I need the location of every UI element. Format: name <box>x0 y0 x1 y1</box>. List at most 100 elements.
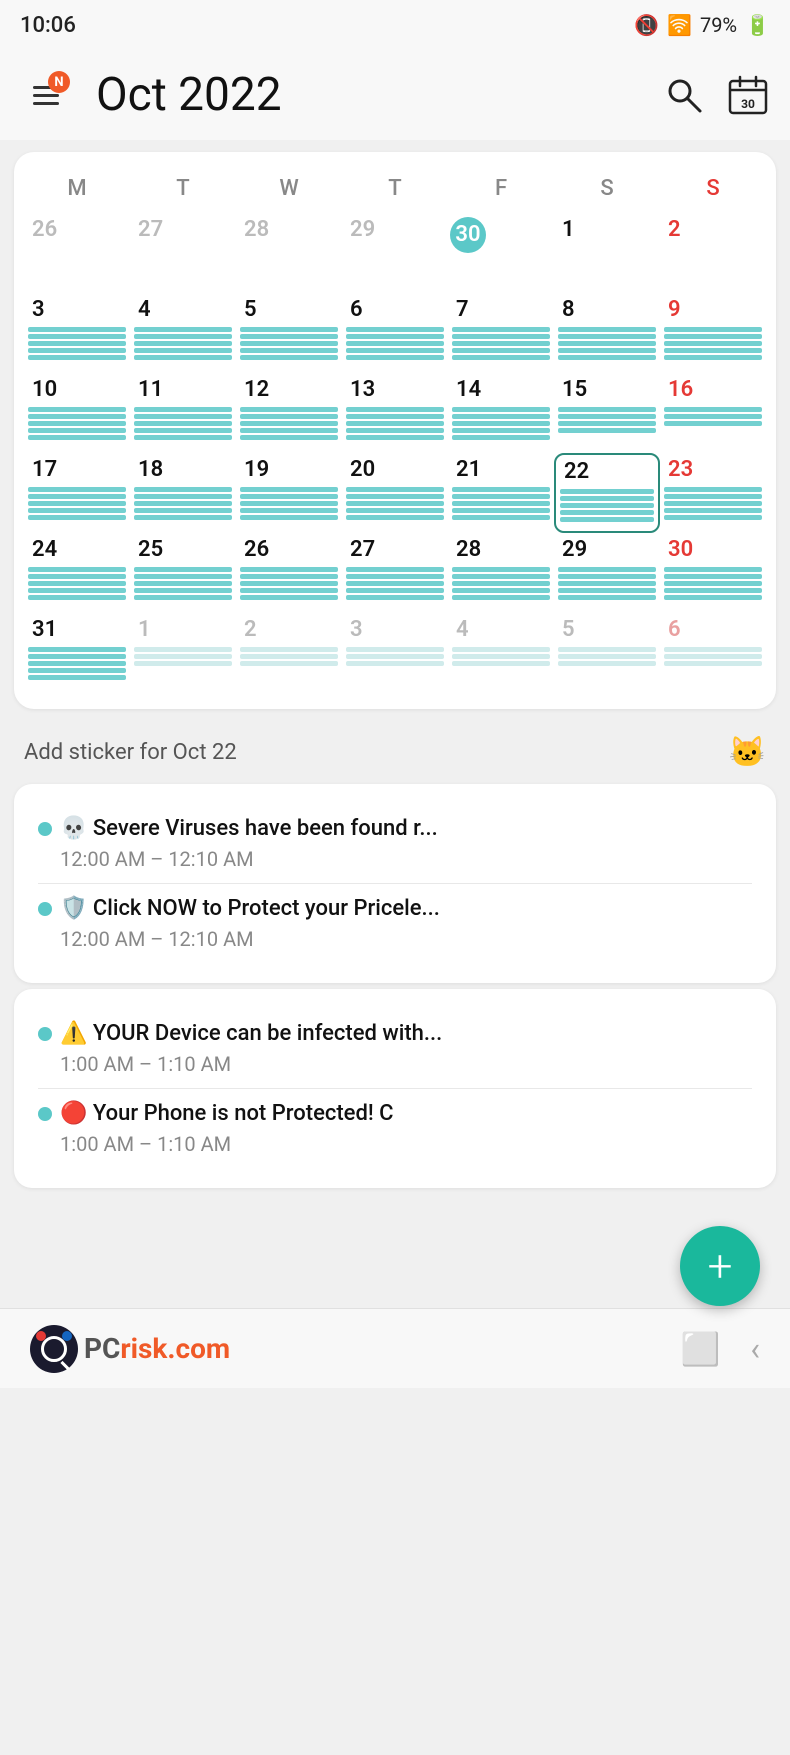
cal-day-31[interactable]: 31 <box>24 613 130 693</box>
cal-day-10[interactable]: 10 <box>24 373 130 453</box>
event-item-4[interactable]: 🔴 Your Phone is not Protected! C 1:00 AM… <box>38 1088 752 1168</box>
cal-day-24[interactable]: 24 <box>24 533 130 613</box>
cal-day-5-next[interactable]: 5 <box>554 613 660 693</box>
cal-day-25[interactable]: 25 <box>130 533 236 613</box>
event-time-1: 12:00 AM – 12:10 AM <box>60 847 752 871</box>
logo-text: PCrisk.com <box>84 1332 230 1365</box>
calendar-view: M T W T F S S 26 27 28 29 30 1 2 3 <box>14 152 776 709</box>
menu-button[interactable]: N <box>20 69 72 121</box>
cal-day-3-next[interactable]: 3 <box>342 613 448 693</box>
event-title-1: 💀 Severe Viruses have been found r... <box>60 816 438 841</box>
event-dot-3 <box>38 1027 52 1041</box>
cal-day-4[interactable]: 4 <box>130 293 236 373</box>
cal-day-23[interactable]: 23 <box>660 453 766 533</box>
cal-day-3[interactable]: 3 <box>24 293 130 373</box>
search-icon[interactable] <box>662 73 706 117</box>
cal-day-28[interactable]: 28 <box>448 533 554 613</box>
logo-risk-text: risk.com <box>120 1332 230 1365</box>
event-time-2: 12:00 AM – 12:10 AM <box>60 927 752 951</box>
cal-day-7[interactable]: 7 <box>448 293 554 373</box>
svg-text:30: 30 <box>741 97 755 111</box>
cal-day-6[interactable]: 6 <box>342 293 448 373</box>
event-item-1[interactable]: 💀 Severe Viruses have been found r... 12… <box>38 804 752 883</box>
bottom-navigation-bar: PCrisk.com ⬜ ‹ <box>0 1308 790 1388</box>
cal-day-5[interactable]: 5 <box>236 293 342 373</box>
cal-day-15[interactable]: 15 <box>554 373 660 453</box>
sticker-icon[interactable]: 🐱 <box>729 735 766 770</box>
cal-day-1-next[interactable]: 1 <box>130 613 236 693</box>
status-icons: 📵 🛜 79% 🔋 <box>634 13 770 37</box>
notification-badge: N <box>48 71 70 93</box>
day-header-w: W <box>236 172 342 205</box>
event-item-3[interactable]: ⚠️ YOUR Device can be infected with... 1… <box>38 1009 752 1088</box>
event-title-4: 🔴 Your Phone is not Protected! C <box>60 1101 394 1126</box>
event-time-4: 1:00 AM – 1:10 AM <box>60 1132 752 1156</box>
event-dot-2 <box>38 902 52 916</box>
day-header-sun: S <box>660 172 766 205</box>
logo-lens <box>41 1336 67 1362</box>
day-header-s: S <box>554 172 660 205</box>
cal-day-29-prev[interactable]: 29 <box>342 213 448 293</box>
logo-pc-text: PC <box>84 1332 120 1365</box>
cal-day-2[interactable]: 2 <box>660 213 766 293</box>
logo-icon <box>30 1325 78 1373</box>
cal-day-19[interactable]: 19 <box>236 453 342 533</box>
wifi-icon: 🛜 <box>667 13 692 37</box>
event-item-2[interactable]: 🛡️ Click NOW to Protect your Pricele... … <box>38 883 752 963</box>
cal-day-2-next[interactable]: 2 <box>236 613 342 693</box>
header-icons: 30 <box>662 73 770 117</box>
cal-day-20[interactable]: 20 <box>342 453 448 533</box>
cal-day-27-prev[interactable]: 27 <box>130 213 236 293</box>
bottom-back-icon[interactable]: ‹ <box>750 1330 760 1368</box>
add-event-fab[interactable]: + <box>680 1226 760 1306</box>
page-title: Oct 2022 <box>96 68 646 122</box>
sticker-label[interactable]: Add sticker for Oct 22 <box>24 740 237 765</box>
cal-day-26-prev[interactable]: 26 <box>24 213 130 293</box>
day-headers: M T W T F S S <box>24 172 766 205</box>
battery-text: 79% <box>700 13 737 37</box>
event-card-1: 💀 Severe Viruses have been found r... 12… <box>14 784 776 983</box>
cal-day-16[interactable]: 16 <box>660 373 766 453</box>
day-header-t2: T <box>342 172 448 205</box>
sticker-row: Add sticker for Oct 22 🐱 <box>0 721 790 778</box>
cal-day-27[interactable]: 27 <box>342 533 448 613</box>
cal-day-13[interactable]: 13 <box>342 373 448 453</box>
cal-day-12[interactable]: 12 <box>236 373 342 453</box>
cal-day-6-next[interactable]: 6 <box>660 613 766 693</box>
cal-day-14[interactable]: 14 <box>448 373 554 453</box>
signal-icon: 📵 <box>634 13 659 37</box>
status-bar: 10:06 📵 🛜 79% 🔋 <box>0 0 790 50</box>
day-header-t1: T <box>130 172 236 205</box>
cal-day-22-selected[interactable]: 22 <box>554 453 660 533</box>
cal-day-1[interactable]: 1 <box>554 213 660 293</box>
cal-day-9[interactable]: 9 <box>660 293 766 373</box>
cal-day-26[interactable]: 26 <box>236 533 342 613</box>
battery-icon: 🔋 <box>745 13 770 37</box>
cal-day-4-next[interactable]: 4 <box>448 613 554 693</box>
cal-day-21[interactable]: 21 <box>448 453 554 533</box>
cal-day-18[interactable]: 18 <box>130 453 236 533</box>
event-title-3: ⚠️ YOUR Device can be infected with... <box>60 1021 442 1046</box>
cal-day-28-prev[interactable]: 28 <box>236 213 342 293</box>
event-dot-1 <box>38 822 52 836</box>
cal-day-11[interactable]: 11 <box>130 373 236 453</box>
event-card-2: ⚠️ YOUR Device can be infected with... 1… <box>14 989 776 1188</box>
app-header: N Oct 2022 30 <box>0 50 790 140</box>
cal-day-8[interactable]: 8 <box>554 293 660 373</box>
fab-plus-icon: + <box>708 1244 733 1288</box>
event-title-2: 🛡️ Click NOW to Protect your Pricele... <box>60 896 440 921</box>
cal-day-30-today[interactable]: 30 <box>448 213 554 293</box>
cal-day-17[interactable]: 17 <box>24 453 130 533</box>
pcrisk-logo: PCrisk.com <box>30 1325 230 1373</box>
day-header-f: F <box>448 172 554 205</box>
event-time-3: 1:00 AM – 1:10 AM <box>60 1052 752 1076</box>
cal-day-30[interactable]: 30 <box>660 533 766 613</box>
event-dot-4 <box>38 1107 52 1121</box>
calendar-today-icon[interactable]: 30 <box>726 73 770 117</box>
cal-day-29[interactable]: 29 <box>554 533 660 613</box>
status-time: 10:06 <box>20 13 76 38</box>
calendar-grid: 26 27 28 29 30 1 2 3 4 5 6 <box>24 213 766 693</box>
logo-blue-dot <box>62 1331 72 1341</box>
bottom-search-icon[interactable]: ⬜ <box>681 1330 721 1368</box>
day-header-m: M <box>24 172 130 205</box>
